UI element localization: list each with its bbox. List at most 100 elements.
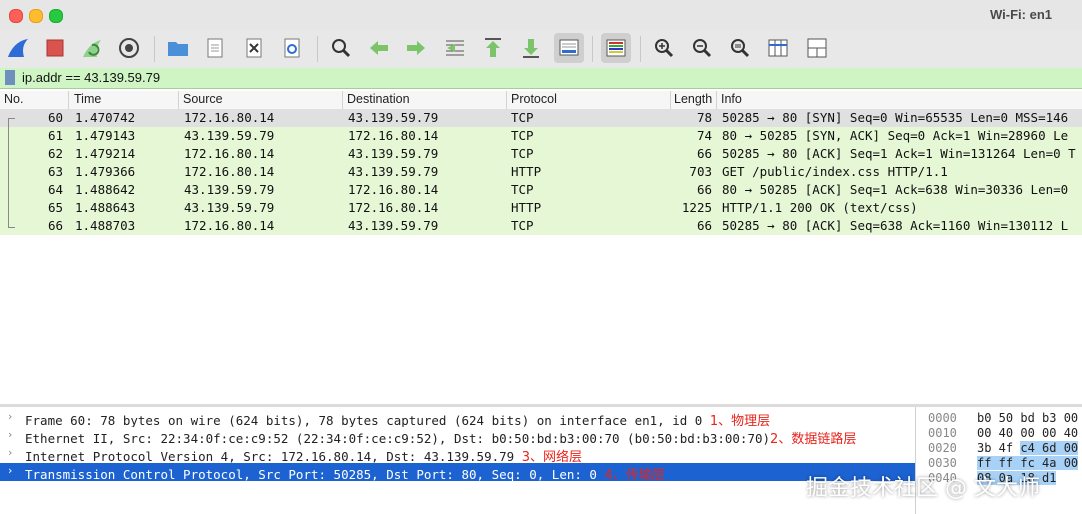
packet-row[interactable]: 64 1.488642 43.139.59.79 172.16.80.14 TC… <box>0 181 1082 199</box>
packet-source: 43.139.59.79 <box>184 182 275 197</box>
packet-source: 43.139.59.79 <box>184 200 275 215</box>
go-to-packet-icon[interactable] <box>440 33 470 63</box>
bytes-hex-highlighted: ff ff fc 4a 00 <box>977 456 1079 470</box>
zoom-in-icon[interactable] <box>649 33 679 63</box>
toolbar-separator <box>592 36 593 62</box>
column-header-source[interactable]: Source <box>183 92 223 106</box>
packet-length: 74 <box>696 128 712 143</box>
detail-row-tcp[interactable]: › Transmission Control Protocol, Src Por… <box>0 463 915 481</box>
packet-time: 1.488642 <box>75 182 136 197</box>
column-header-info[interactable]: Info <box>721 92 742 106</box>
expand-arrow-icon[interactable]: › <box>8 410 12 423</box>
bytes-row[interactable]: 0030 ff ff fc 4a 00 <box>920 455 1082 470</box>
packet-length: 78 <box>696 110 712 125</box>
open-folder-icon[interactable] <box>163 33 193 63</box>
packet-protocol: TCP <box>511 128 534 143</box>
packet-time: 1.470742 <box>75 110 136 125</box>
close-file-icon[interactable] <box>239 33 269 63</box>
layer-annotation: 2、数据链路层 <box>770 432 857 445</box>
expand-arrow-icon[interactable]: › <box>8 446 12 459</box>
bytes-hex: 3b 4f <box>977 441 1021 455</box>
watermark: 掘金技术社区 @ 文大师 <box>806 476 1040 501</box>
layer-annotation: 1、物理层 <box>709 414 771 427</box>
packet-destination: 172.16.80.14 <box>348 182 439 197</box>
packet-info: GET /public/index.css HTTP/1.1 <box>722 164 948 179</box>
packet-time: 1.488643 <box>75 200 136 215</box>
colorize-icon[interactable] <box>601 33 631 63</box>
main-toolbar <box>0 30 1082 69</box>
packet-protocol: HTTP <box>511 164 542 179</box>
packet-no: 61 <box>48 128 64 143</box>
expand-arrow-icon[interactable]: › <box>8 428 12 441</box>
column-header-time[interactable]: Time <box>74 92 101 106</box>
zoom-normal-icon[interactable] <box>725 33 755 63</box>
packet-row[interactable]: 60 1.470742 172.16.80.14 43.139.59.79 TC… <box>0 109 1082 127</box>
detail-row-ethernet[interactable]: › Ethernet II, Src: 22:34:0f:ce:c9:52 (2… <box>0 427 915 445</box>
packet-length: 66 <box>696 182 712 197</box>
packet-source: 172.16.80.14 <box>184 164 275 179</box>
capture-options-gear-icon[interactable] <box>114 33 144 63</box>
packet-destination: 43.139.59.79 <box>348 218 439 233</box>
column-header-no[interactable]: No. <box>4 92 23 106</box>
packet-destination: 43.139.59.79 <box>348 146 439 161</box>
first-packet-icon[interactable] <box>478 33 508 63</box>
last-packet-icon[interactable] <box>516 33 546 63</box>
packet-no: 62 <box>48 146 64 161</box>
packet-destination: 43.139.59.79 <box>348 164 439 179</box>
detail-row-frame[interactable]: › Frame 60: 78 bytes on wire (624 bits),… <box>0 409 915 427</box>
packet-destination: 172.16.80.14 <box>348 128 439 143</box>
detail-text: Transmission Control Protocol, Src Port:… <box>25 467 605 481</box>
column-header-length[interactable]: Length <box>674 92 712 106</box>
packet-source: 43.139.59.79 <box>184 128 275 143</box>
display-filter-bar[interactable]: ip.addr == 43.139.59.79 <box>0 68 1082 89</box>
minimize-window-button[interactable] <box>29 9 43 23</box>
restart-capture-icon[interactable] <box>77 33 107 63</box>
bytes-row[interactable]: 0000 b0 50 bd b3 00 <box>920 410 1082 425</box>
go-back-icon[interactable] <box>364 33 394 63</box>
column-header-destination[interactable]: Destination <box>347 92 410 106</box>
packet-info: 80 → 50285 [ACK] Seq=1 Ack=638 Win=30336… <box>722 182 1069 197</box>
zoom-out-icon[interactable] <box>687 33 717 63</box>
packet-protocol: TCP <box>511 182 534 197</box>
packet-protocol: TCP <box>511 146 534 161</box>
bytes-row[interactable]: 0020 3b 4f c4 6d 00 <box>920 440 1082 455</box>
packet-row[interactable]: 63 1.479366 172.16.80.14 43.139.59.79 HT… <box>0 163 1082 181</box>
packet-time: 1.479143 <box>75 128 136 143</box>
reload-icon[interactable] <box>277 33 307 63</box>
title-bar: Wi-Fi: en1 <box>0 0 1082 31</box>
layout-icon[interactable] <box>802 33 832 63</box>
close-window-button[interactable] <box>9 9 23 23</box>
bytes-offset: 0010 <box>928 426 957 440</box>
packet-source: 172.16.80.14 <box>184 146 275 161</box>
save-file-icon[interactable] <box>200 33 230 63</box>
packet-no: 65 <box>48 200 64 215</box>
packet-no: 64 <box>48 182 64 197</box>
packet-row[interactable]: 65 1.488643 43.139.59.79 172.16.80.14 HT… <box>0 199 1082 217</box>
maximize-window-button[interactable] <box>49 9 63 23</box>
detail-row-ip[interactable]: › Internet Protocol Version 4, Src: 172.… <box>0 445 915 463</box>
stop-capture-icon[interactable] <box>40 33 70 63</box>
detail-text: Frame 60: 78 bytes on wire (624 bits), 7… <box>25 413 710 427</box>
autoscroll-icon[interactable] <box>554 33 584 63</box>
packet-row[interactable]: 62 1.479214 172.16.80.14 43.139.59.79 TC… <box>0 145 1082 163</box>
packet-info: 80 → 50285 [SYN, ACK] Seq=0 Ack=1 Win=28… <box>722 128 1069 143</box>
layer-annotation: 3、网络层 <box>521 450 582 463</box>
packet-time: 1.488703 <box>75 218 136 233</box>
expand-arrow-icon[interactable]: › <box>8 464 12 477</box>
display-filter-input[interactable]: ip.addr == 43.139.59.79 <box>22 70 160 85</box>
packet-info: 50285 → 80 [ACK] Seq=1 Ack=1 Win=131264 … <box>722 146 1076 161</box>
packet-time: 1.479214 <box>75 146 136 161</box>
go-forward-icon[interactable] <box>401 33 431 63</box>
bytes-row[interactable]: 0010 00 40 00 00 40 <box>920 425 1082 440</box>
packet-info: HTTP/1.1 200 OK (text/css) <box>722 200 918 215</box>
resize-columns-icon[interactable] <box>763 33 793 63</box>
column-header-protocol[interactable]: Protocol <box>511 92 557 106</box>
packet-row[interactable]: 66 1.488703 172.16.80.14 43.139.59.79 TC… <box>0 217 1082 235</box>
packet-list: 60 1.470742 172.16.80.14 43.139.59.79 TC… <box>0 109 1082 235</box>
packet-row[interactable]: 61 1.479143 43.139.59.79 172.16.80.14 TC… <box>0 127 1082 145</box>
packet-protocol: TCP <box>511 218 534 233</box>
bookmark-icon[interactable] <box>5 70 15 85</box>
find-packet-icon[interactable] <box>326 33 356 63</box>
bytes-offset: 0020 <box>928 441 957 455</box>
shark-fin-start-icon[interactable] <box>3 33 33 63</box>
